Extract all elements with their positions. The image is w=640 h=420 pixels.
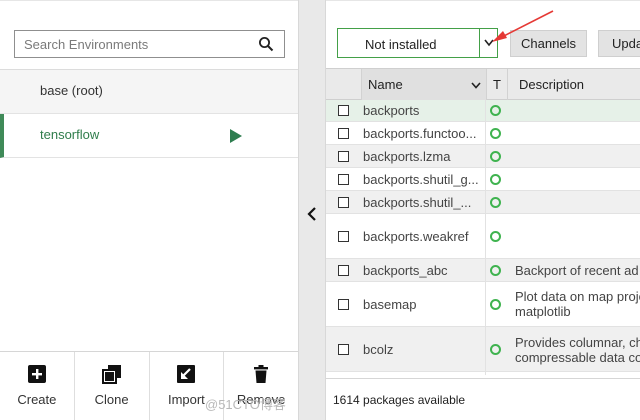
table-row[interactable]: basemap Plot data on map proje matplotli…	[326, 282, 640, 327]
status-circle-icon	[490, 151, 501, 162]
type-column-header[interactable]: T	[493, 69, 501, 100]
search-box[interactable]	[14, 30, 285, 58]
description-column-header[interactable]: Description	[507, 69, 640, 100]
row-checkbox[interactable]	[338, 151, 349, 162]
package-name: backports	[363, 103, 420, 118]
packages-toolbar: Not installed Channels Upda	[326, 0, 640, 68]
package-name: backports.shutil_...	[363, 195, 472, 210]
name-header-label: Name	[368, 77, 403, 92]
status-bar: 1614 packages available	[326, 378, 640, 420]
row-checkbox[interactable]	[338, 299, 349, 310]
status-circle-icon	[490, 174, 501, 185]
status-circle-icon	[490, 197, 501, 208]
name-column-header[interactable]: Name	[361, 69, 487, 100]
row-checkbox[interactable]	[338, 265, 349, 276]
row-checkbox[interactable]	[338, 174, 349, 185]
watermark: @51CTO博客	[205, 397, 286, 412]
status-circle-icon	[490, 105, 501, 116]
import-icon	[177, 365, 196, 383]
packages-table: Name T Description backports backports.f…	[326, 68, 640, 372]
package-description-line2: matplotlib	[515, 304, 571, 319]
pane-divider[interactable]	[298, 0, 326, 420]
row-checkbox[interactable]	[338, 344, 349, 355]
package-name: backports.shutil_g...	[363, 172, 479, 187]
row-checkbox[interactable]	[338, 197, 349, 208]
package-name: backports.functoo...	[363, 126, 477, 141]
environment-label: tensorflow	[40, 127, 100, 142]
environment-item-base[interactable]: base (root)	[0, 70, 298, 114]
package-name: basemap	[363, 297, 417, 312]
package-filter-select[interactable]: Not installed	[337, 28, 498, 58]
environment-label: base (root)	[40, 83, 103, 98]
table-row[interactable]: backports.lzma	[326, 145, 640, 168]
package-description: Provides columnar, ch	[515, 335, 640, 350]
plus-icon	[27, 365, 46, 383]
table-row[interactable]: bcolz Provides columnar, ch compressable…	[326, 327, 640, 372]
clone-button[interactable]: Clone	[75, 352, 150, 420]
environment-item-tensorflow[interactable]: tensorflow	[0, 114, 298, 158]
chevron-left-icon[interactable]	[306, 206, 318, 222]
column-separator	[485, 100, 486, 375]
table-row[interactable]: backports	[326, 100, 640, 122]
row-checkbox[interactable]	[338, 105, 349, 116]
environment-list: base (root) tensorflow	[0, 70, 298, 158]
table-row[interactable]: backports.functoo...	[326, 122, 640, 145]
package-description: Backport of recent ad	[515, 263, 639, 278]
table-row[interactable]: backports.shutil_g...	[326, 168, 640, 191]
status-circle-icon	[490, 231, 501, 242]
table-row[interactable]: backports.weakref	[326, 214, 640, 259]
package-description-line2: compressable data co	[515, 350, 640, 365]
package-name: backports_abc	[363, 263, 448, 278]
environments-pane: base (root) tensorflow Create Clone	[0, 0, 298, 420]
search-icon[interactable]	[258, 36, 274, 52]
status-circle-icon	[490, 265, 501, 276]
table-row[interactable]: backports.shutil_...	[326, 191, 640, 214]
row-checkbox[interactable]	[338, 231, 349, 242]
play-icon[interactable]	[229, 128, 243, 144]
search-environments-input[interactable]	[15, 31, 245, 57]
trash-icon	[254, 365, 269, 383]
status-circle-icon	[490, 344, 501, 355]
status-circle-icon	[490, 128, 501, 139]
clone-icon	[101, 365, 121, 384]
package-name: backports.lzma	[363, 149, 451, 164]
package-name: bcolz	[363, 342, 394, 357]
package-name: backports.weakref	[363, 229, 469, 244]
sort-chevron-icon[interactable]	[471, 82, 481, 89]
filter-value: Not installed	[365, 37, 437, 52]
table-header: Name T Description	[326, 68, 640, 100]
package-description: Plot data on map proje	[515, 289, 640, 304]
status-circle-icon	[490, 299, 501, 310]
packages-pane: Not installed Channels Upda Name T Descr…	[326, 0, 640, 420]
create-button[interactable]: Create	[0, 352, 75, 420]
update-index-button[interactable]: Upda	[598, 30, 640, 57]
annotation-arrow-icon	[492, 10, 554, 42]
package-count: 1614 packages available	[333, 393, 466, 407]
table-row[interactable]: backports_abc Backport of recent ad	[326, 259, 640, 282]
search-area	[0, 0, 298, 70]
row-checkbox[interactable]	[338, 128, 349, 139]
clone-label: Clone	[94, 392, 129, 407]
create-label: Create	[17, 392, 57, 407]
description-header-label: Description	[519, 77, 585, 92]
